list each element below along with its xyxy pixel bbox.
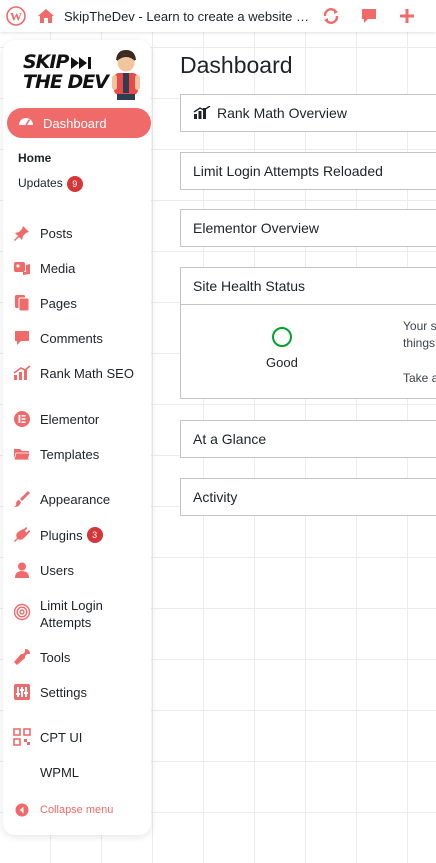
sidebar-item-label: Plugins [40, 527, 83, 543]
wpml-icon [13, 763, 31, 781]
widget-title: Limit Login Attempts Reloaded [193, 163, 383, 179]
health-text-line: Take a [403, 371, 436, 385]
sidebar-item-label: Rank Math SEO [40, 365, 134, 381]
site-title-link[interactable]: SkipTheDev - Learn to create a website e… [60, 9, 312, 24]
sidebar-item-limit-login-attempts[interactable]: Limit Login Attempts [13, 597, 149, 631]
updates-count-badge: 9 [66, 176, 83, 192]
plugins-count-badge: 3 [86, 527, 103, 543]
brush-icon [13, 490, 31, 508]
sidebar-item-elementor[interactable]: Elementor [13, 410, 149, 428]
new-content-plus-icon[interactable] [388, 0, 426, 32]
folder-icon [13, 445, 31, 463]
sidebar-item-dashboard[interactable]: Dashboard [7, 108, 151, 138]
elementor-icon [13, 410, 31, 428]
widget-at-a-glance: At a Glance [180, 420, 436, 458]
widget-limit-login-attempts: Limit Login Attempts Reloaded [180, 152, 436, 190]
sidebar-item-comments[interactable]: Comments [13, 329, 149, 347]
sidebar-item-wpml[interactable]: WPML [13, 763, 149, 781]
health-text-line: things [403, 336, 436, 350]
collapse-menu-label: Collapse menu [40, 804, 114, 816]
sidebar-item-label: Limit Login Attempts [40, 598, 103, 630]
pages-icon [13, 294, 31, 312]
rank-math-icon [13, 364, 31, 382]
sidebar-item-label: Dashboard [43, 115, 107, 131]
widget-elementor-overview: Elementor Overview [180, 209, 436, 247]
sidebar-item-plugins[interactable]: Plugins 3 [13, 526, 149, 544]
page-title: Dashboard [180, 52, 293, 78]
sidebar-item-label: Users [40, 562, 74, 578]
widget-title: Elementor Overview [193, 220, 320, 236]
sidebar-item-label: Media [40, 260, 76, 276]
sidebar-item-tools[interactable]: Tools [13, 648, 149, 666]
sidebar-item-label: Elementor [40, 411, 100, 427]
admin-bar: W SkipTheDev - Learn to create a website… [0, 0, 436, 32]
sidebar-item-appearance[interactable]: Appearance [13, 490, 149, 508]
settings-icon [13, 683, 31, 701]
health-status-ring-icon [272, 327, 292, 347]
cpt-icon [13, 728, 31, 746]
fingerprint-icon [13, 603, 31, 621]
sidebar-item-label: CPT UI [40, 729, 83, 745]
submenu-updates[interactable]: Updates 9 [18, 176, 83, 192]
home-icon[interactable] [32, 0, 60, 32]
widget-header[interactable]: Activity [181, 479, 436, 515]
widget-rank-math-overview: Rank Math Overview [180, 94, 436, 132]
sidebar-item-posts[interactable]: Posts [13, 224, 149, 242]
rank-math-icon [193, 106, 211, 120]
health-text-line: Your s [403, 319, 436, 333]
sidebar-item-label: Templates [40, 446, 100, 462]
comment-icon [13, 329, 31, 347]
widget-title: Rank Math Overview [217, 105, 347, 121]
widget-title: Site Health Status [193, 278, 306, 294]
sidebar-item-pages[interactable]: Pages [13, 294, 149, 312]
sidebar-item-cpt-ui[interactable]: CPT UI [13, 728, 149, 746]
dashboard-gauge-icon [17, 113, 35, 134]
widget-header[interactable]: At a Glance [181, 421, 436, 457]
plug-icon [13, 526, 31, 544]
sidebar-item-media[interactable]: Media [13, 259, 149, 277]
health-status-label: Good [266, 355, 298, 370]
sidebar-item-label: Comments [40, 330, 103, 346]
sidebar-item-label: Posts [40, 225, 73, 241]
sidebar-item-templates[interactable]: Templates [13, 445, 149, 463]
logo-text-the-dev: THE DEV [23, 71, 109, 93]
logo-text-skip: SKIP [23, 51, 69, 73]
mascot-avatar [112, 50, 140, 100]
widget-header[interactable]: Site Health Status [181, 268, 436, 304]
widget-header[interactable]: Rank Math Overview [181, 95, 436, 131]
widget-title: Activity [193, 489, 238, 505]
sidebar-item-label: Settings [40, 684, 87, 700]
collapse-arrow-icon [13, 801, 31, 819]
site-logo[interactable]: SKIP THE DEV [21, 48, 143, 100]
collapse-menu-button[interactable]: Collapse menu [13, 801, 149, 819]
updates-refresh-icon[interactable] [312, 0, 350, 32]
media-icon [13, 259, 31, 277]
widget-site-health-status: Site Health Status Good Your s things Ta… [180, 267, 436, 399]
pin-icon [13, 224, 31, 242]
fast-forward-icon [71, 57, 91, 69]
sidebar-item-label: WPML [40, 764, 79, 780]
widget-header[interactable]: Elementor Overview [181, 210, 436, 246]
sidebar-item-label: Pages [40, 295, 77, 311]
site-health-body: Good Your s things Take a [181, 304, 436, 398]
wordpress-logo-icon[interactable]: W [0, 0, 32, 32]
wrench-icon [13, 648, 31, 666]
svg-text:W: W [10, 10, 22, 24]
sidebar-item-rank-math-seo[interactable]: Rank Math SEO [13, 364, 149, 382]
widget-title: At a Glance [193, 431, 267, 447]
submenu-updates-label: Updates [18, 176, 63, 191]
sidebar-item-settings[interactable]: Settings [13, 683, 149, 701]
sidebar-item-label: Appearance [40, 491, 111, 507]
sidebar-item-users[interactable]: Users [13, 561, 149, 579]
sidebar-item-label: Tools [40, 649, 71, 665]
admin-sidebar: SKIP THE DEV Dashboard Home Updates 9 Po… [3, 40, 151, 835]
widget-header[interactable]: Limit Login Attempts Reloaded [181, 153, 436, 189]
submenu-home[interactable]: Home [18, 151, 51, 165]
comments-icon[interactable] [350, 0, 388, 32]
widget-activity: Activity [180, 478, 436, 516]
user-icon [13, 561, 31, 579]
